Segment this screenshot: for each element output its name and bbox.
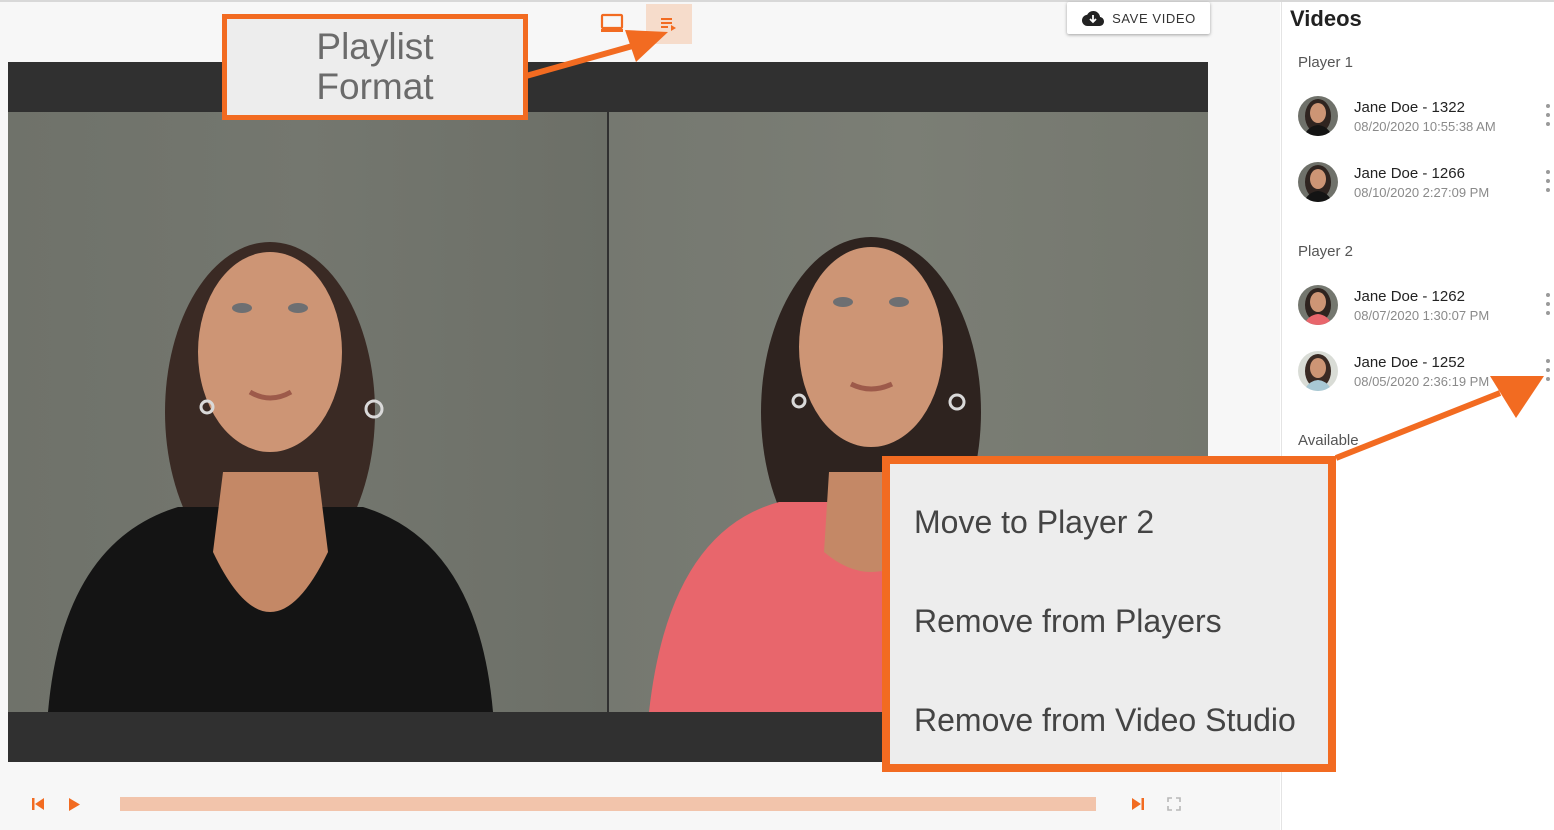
callout-text-line-2: Format xyxy=(316,66,434,107)
save-video-label: SAVE VIDEO xyxy=(1112,10,1196,26)
fullscreen-button[interactable] xyxy=(1164,795,1184,813)
more-options-icon[interactable] xyxy=(1544,104,1552,126)
video-date: 08/05/2020 2:36:19 PM xyxy=(1354,374,1490,389)
person-video-frame-left xyxy=(48,242,493,712)
more-options-icon[interactable] xyxy=(1544,359,1552,381)
progress-bar[interactable] xyxy=(120,797,1096,811)
eye-shape xyxy=(288,303,308,313)
eye-shape xyxy=(232,303,252,313)
video-date: 08/20/2020 10:55:38 AM xyxy=(1354,119,1496,134)
eye-shape xyxy=(889,297,909,307)
menu-item-remove-from-players[interactable]: Remove from Players xyxy=(914,603,1222,640)
more-options-icon[interactable] xyxy=(1544,170,1552,192)
menu-item-move-to-player-2[interactable]: Move to Player 2 xyxy=(914,504,1154,541)
playlist-icon xyxy=(661,18,676,31)
context-menu: Move to Player 2 Remove from Players Rem… xyxy=(890,464,1328,764)
player-1-video[interactable] xyxy=(8,112,607,712)
video-date: 08/07/2020 1:30:07 PM xyxy=(1354,308,1490,323)
skip-previous-icon xyxy=(32,798,44,810)
play-button[interactable] xyxy=(64,795,84,813)
sidebar-title: Videos xyxy=(1290,6,1362,31)
video-date: 08/10/2020 2:27:09 PM xyxy=(1354,185,1490,200)
more-options-icon[interactable] xyxy=(1544,293,1552,315)
context-menu-callout: Move to Player 2 Remove from Players Rem… xyxy=(882,456,1336,772)
cloud-download-icon xyxy=(1082,11,1105,26)
screen-view-button[interactable] xyxy=(589,4,635,44)
video-name: Jane Doe - 1266 xyxy=(1354,165,1465,182)
callout-text-line-1: Playlist xyxy=(316,26,434,67)
eye-shape xyxy=(833,297,853,307)
face-shape xyxy=(799,247,943,447)
skip-next-icon xyxy=(1132,798,1144,810)
screen-icon xyxy=(600,13,624,32)
avatar xyxy=(1298,162,1338,202)
video-name: Jane Doe - 1322 xyxy=(1354,99,1465,116)
skip-next-button[interactable] xyxy=(1128,795,1148,813)
fullscreen-icon xyxy=(1167,797,1181,811)
avatar xyxy=(1298,351,1338,391)
skip-previous-button[interactable] xyxy=(28,795,48,813)
video-list-item[interactable]: Jane Doe - 1322 08/20/2020 10:55:38 AM xyxy=(1282,86,1554,142)
video-list-item[interactable]: Jane Doe - 1266 08/10/2020 2:27:09 PM xyxy=(1282,152,1554,208)
play-icon xyxy=(69,797,80,811)
avatar xyxy=(1298,96,1338,136)
playlist-format-callout: Playlist Format xyxy=(222,14,528,120)
video-list-item[interactable]: Jane Doe - 1262 08/07/2020 1:30:07 PM xyxy=(1282,275,1554,331)
video-list-item[interactable]: Jane Doe - 1252 08/05/2020 2:36:19 PM xyxy=(1282,341,1554,397)
menu-item-remove-from-video-studio[interactable]: Remove from Video Studio xyxy=(914,702,1296,739)
section-label-available: Available xyxy=(1298,432,1359,449)
video-studio-screen: SAVE VIDEO Videos Player 1 Jane Doe - 13… xyxy=(0,0,1554,830)
video-name: Jane Doe - 1252 xyxy=(1354,354,1465,371)
video-name: Jane Doe - 1262 xyxy=(1354,288,1465,305)
playlist-view-button[interactable] xyxy=(646,4,692,44)
face-shape xyxy=(198,252,342,452)
section-label-player-2: Player 2 xyxy=(1298,243,1354,260)
save-video-button[interactable]: SAVE VIDEO xyxy=(1067,2,1210,34)
section-label-player-1: Player 1 xyxy=(1298,54,1354,71)
avatar xyxy=(1298,285,1338,325)
